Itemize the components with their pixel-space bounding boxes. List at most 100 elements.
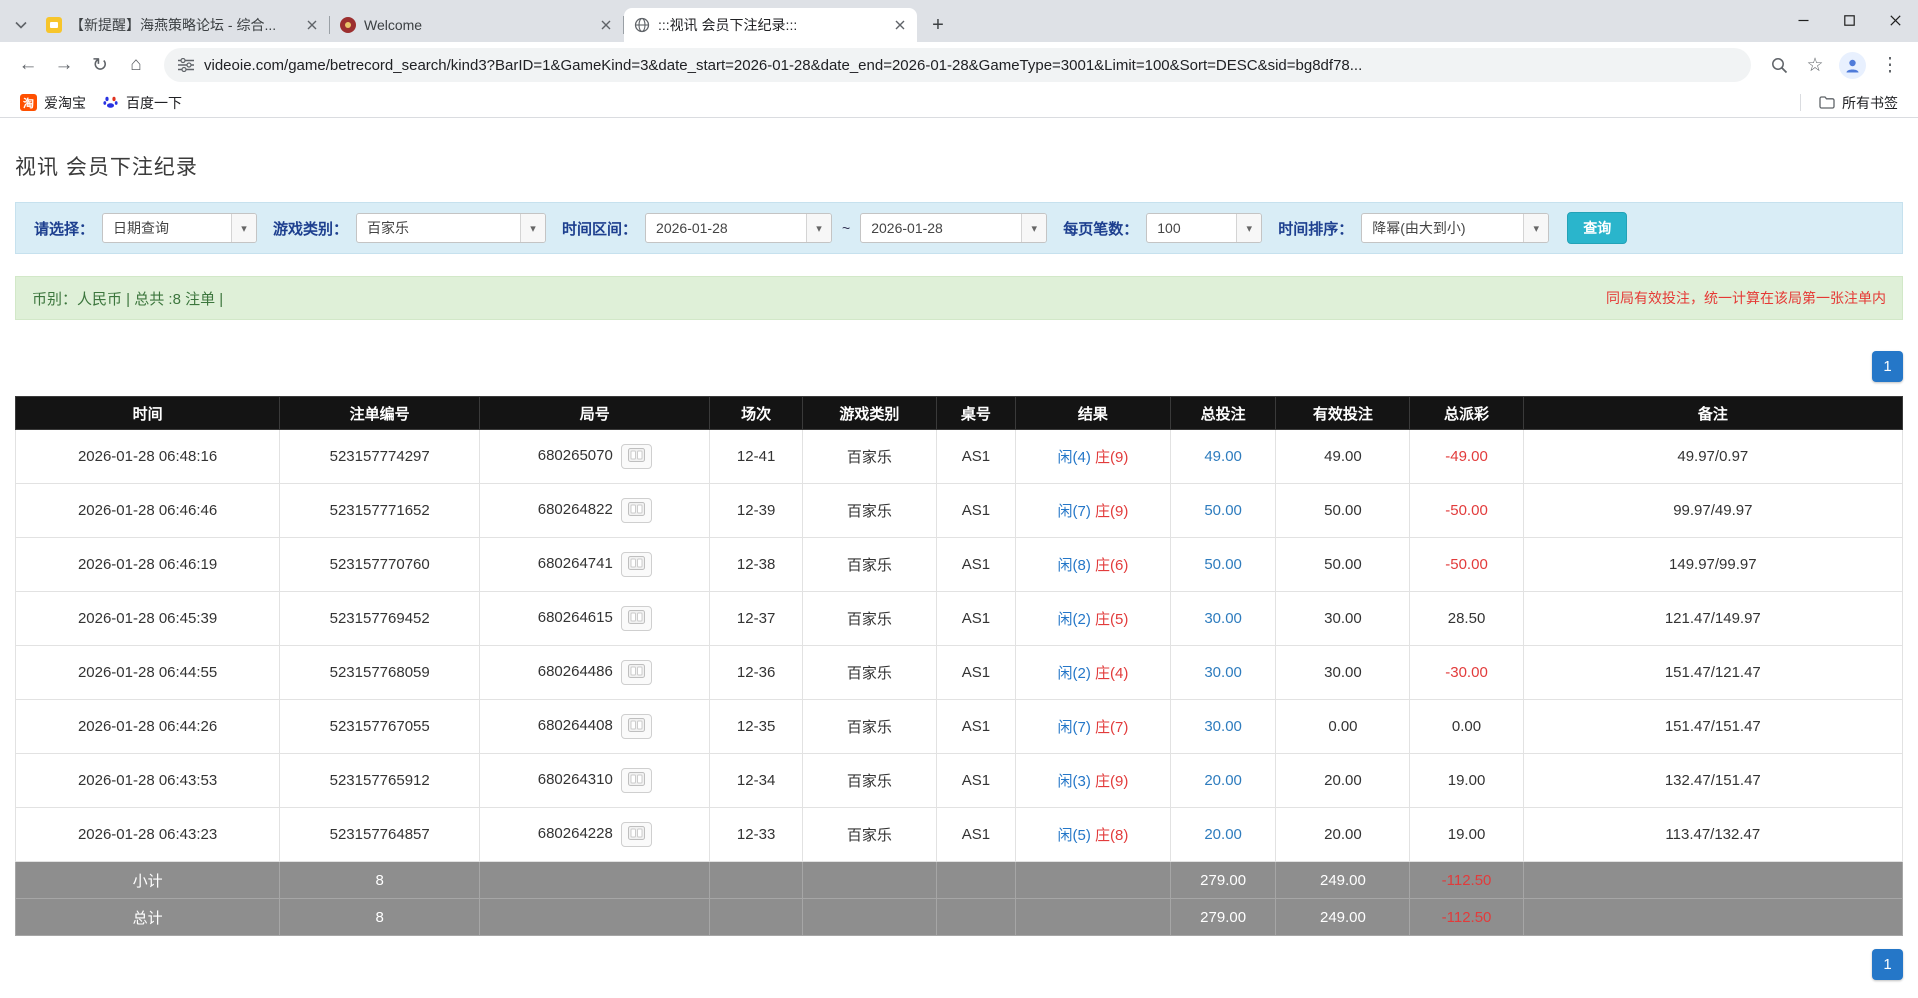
zoom-icon[interactable] <box>1761 47 1797 83</box>
total-bet-link[interactable]: 49.00 <box>1204 448 1242 465</box>
total-bet-link[interactable]: 50.00 <box>1204 556 1242 573</box>
total-bet-link[interactable]: 20.00 <box>1204 772 1242 789</box>
banker-result: 庄(9) <box>1095 773 1129 790</box>
tab-forum[interactable]: 【新提醒】海燕策略论坛 - 综合... <box>36 8 329 42</box>
total-bet-link[interactable]: 50.00 <box>1204 502 1242 519</box>
table-row: 2026-01-28 06:43:53 523157765912 680264310… <box>14 753 1904 808</box>
cards-icon <box>627 610 645 627</box>
view-round-button[interactable] <box>620 822 652 847</box>
close-window-button[interactable] <box>1872 0 1918 40</box>
view-round-button[interactable] <box>620 606 652 631</box>
per-page-value: 100 <box>1157 220 1181 236</box>
cell-table-number: AS1 <box>935 483 1017 538</box>
cell-note: 132.47/151.47 <box>1522 753 1904 808</box>
table-row: 2026-01-28 06:44:55 523157768059 680264486… <box>14 645 1904 700</box>
date-start-input[interactable]: 2026-01-28 ▾ <box>645 213 833 243</box>
query-type-value: 日期查询 <box>113 220 170 236</box>
new-tab-button[interactable]: + <box>923 10 953 40</box>
table-row: 2026-01-28 06:46:46 523157771652 680264822… <box>14 483 1904 538</box>
menu-kebab-icon[interactable]: ⋮ <box>1872 47 1908 83</box>
tab-search-button[interactable] <box>6 8 36 42</box>
back-button[interactable]: ← <box>10 47 46 83</box>
total-bet-link[interactable]: 20.00 <box>1204 826 1242 843</box>
total-count: 8 <box>279 898 481 936</box>
all-bookmarks-button[interactable]: 所有书签 <box>1811 90 1906 116</box>
chevron-down-icon[interactable]: ▾ <box>806 214 832 242</box>
cell-note: 99.97/49.97 <box>1522 483 1904 538</box>
maximize-button[interactable] <box>1826 0 1872 40</box>
per-page-label: 每页笔数： <box>1063 220 1139 238</box>
tab-close-icon[interactable] <box>303 16 321 34</box>
view-round-button[interactable] <box>620 444 652 469</box>
cell-time: 2026-01-28 06:43:53 <box>14 753 281 808</box>
bookmarks-divider <box>1800 94 1801 111</box>
view-round-button[interactable] <box>620 768 652 793</box>
cell-game-type: 百家乐 <box>801 699 937 754</box>
cell-bet-number: 523157771652 <box>279 483 481 538</box>
cell-time: 2026-01-28 06:46:46 <box>14 483 281 538</box>
total-bet-link[interactable]: 30.00 <box>1204 664 1242 681</box>
view-round-button[interactable] <box>620 498 652 523</box>
banker-result: 庄(5) <box>1095 611 1129 628</box>
page-content: 视讯 会员下注纪录 请选择： 日期查询 ▾ 游戏类别： 百家乐 ▾ 时间区间： … <box>0 151 1918 980</box>
cell-session: 12-39 <box>709 483 803 538</box>
column-header: 局号 <box>479 396 711 430</box>
chevron-down-icon[interactable]: ▾ <box>231 214 257 242</box>
chevron-down-icon[interactable]: ▾ <box>1236 214 1262 242</box>
cell-valid-bet: 49.00 <box>1275 429 1411 484</box>
chevron-down-icon[interactable]: ▾ <box>1523 214 1549 242</box>
cell-payout: -49.00 <box>1409 429 1524 484</box>
cell-table-number: AS1 <box>935 753 1017 808</box>
cards-icon <box>627 664 645 681</box>
cell-payout: -50.00 <box>1409 483 1524 538</box>
column-header: 结果 <box>1015 396 1171 430</box>
home-button[interactable]: ⌂ <box>118 47 154 83</box>
page-1-button[interactable]: 1 <box>1872 949 1903 980</box>
column-header: 时间 <box>14 396 281 430</box>
game-type-value: 百家乐 <box>367 220 410 236</box>
cell-time: 2026-01-28 06:46:19 <box>14 537 281 592</box>
tab-bet-records[interactable]: :::视讯 会员下注纪录::: <box>624 8 917 42</box>
total-bet-link[interactable]: 30.00 <box>1204 610 1242 627</box>
player-result: 闲(5) <box>1057 827 1091 844</box>
cell-payout: -50.00 <box>1409 537 1524 592</box>
per-page-select[interactable]: 100 ▾ <box>1146 213 1263 243</box>
subtotal-payout: -112.50 <box>1409 861 1524 899</box>
chevron-down-icon[interactable]: ▾ <box>1021 214 1047 242</box>
tab-title: 【新提醒】海燕策略论坛 - 综合... <box>70 17 277 33</box>
bookmark-baidu[interactable]: 百度一下 <box>94 90 190 116</box>
column-header: 游戏类别 <box>801 396 937 430</box>
date-end-input[interactable]: 2026-01-28 ▾ <box>860 213 1048 243</box>
view-round-button[interactable] <box>620 660 652 685</box>
tab-welcome[interactable]: Welcome <box>330 8 623 42</box>
table-row: 2026-01-28 06:45:39 523157769452 680264615… <box>14 591 1904 646</box>
forward-button[interactable]: → <box>46 47 82 83</box>
bookmark-aitaobao[interactable]: 淘 爱淘宝 <box>12 90 94 116</box>
total-bet-link[interactable]: 30.00 <box>1204 718 1242 735</box>
chevron-down-icon[interactable]: ▾ <box>520 214 546 242</box>
url-bar[interactable]: videoie.com/game/betrecord_search/kind3?… <box>164 48 1751 82</box>
url-text[interactable]: videoie.com/game/betrecord_search/kind3?… <box>204 57 1362 74</box>
column-header: 总投注 <box>1169 396 1277 430</box>
query-type-select[interactable]: 日期查询 ▾ <box>102 213 258 243</box>
minimize-button[interactable] <box>1780 0 1826 40</box>
subtotal-count: 8 <box>279 861 481 899</box>
game-type-select[interactable]: 百家乐 ▾ <box>356 213 547 243</box>
search-button[interactable]: 查询 <box>1567 212 1628 244</box>
view-round-button[interactable] <box>620 552 652 577</box>
bookmark-star-icon[interactable]: ☆ <box>1797 47 1833 83</box>
cell-session: 12-38 <box>709 537 803 592</box>
view-round-button[interactable] <box>620 714 652 739</box>
reload-button[interactable]: ↻ <box>82 47 118 83</box>
tab-close-icon[interactable] <box>891 16 909 34</box>
info-bar: 币别：人民币 | 总共 :8 注单 | 同局有效投注，统一计算在该局第一张注单内 <box>15 276 1903 320</box>
cell-round-number: 680264228 <box>479 807 711 862</box>
page-1-button[interactable]: 1 <box>1872 351 1903 382</box>
table-body: 2026-01-28 06:48:16 523157774297 680265070… <box>14 429 1904 862</box>
cell-session: 12-37 <box>709 591 803 646</box>
cell-result: 闲(2) 庄(5) <box>1015 591 1171 646</box>
tab-close-icon[interactable] <box>597 16 615 34</box>
cell-payout: 28.50 <box>1409 591 1524 646</box>
sort-select[interactable]: 降幂(由大到小) ▾ <box>1361 213 1550 243</box>
profile-avatar[interactable] <box>1839 51 1866 79</box>
